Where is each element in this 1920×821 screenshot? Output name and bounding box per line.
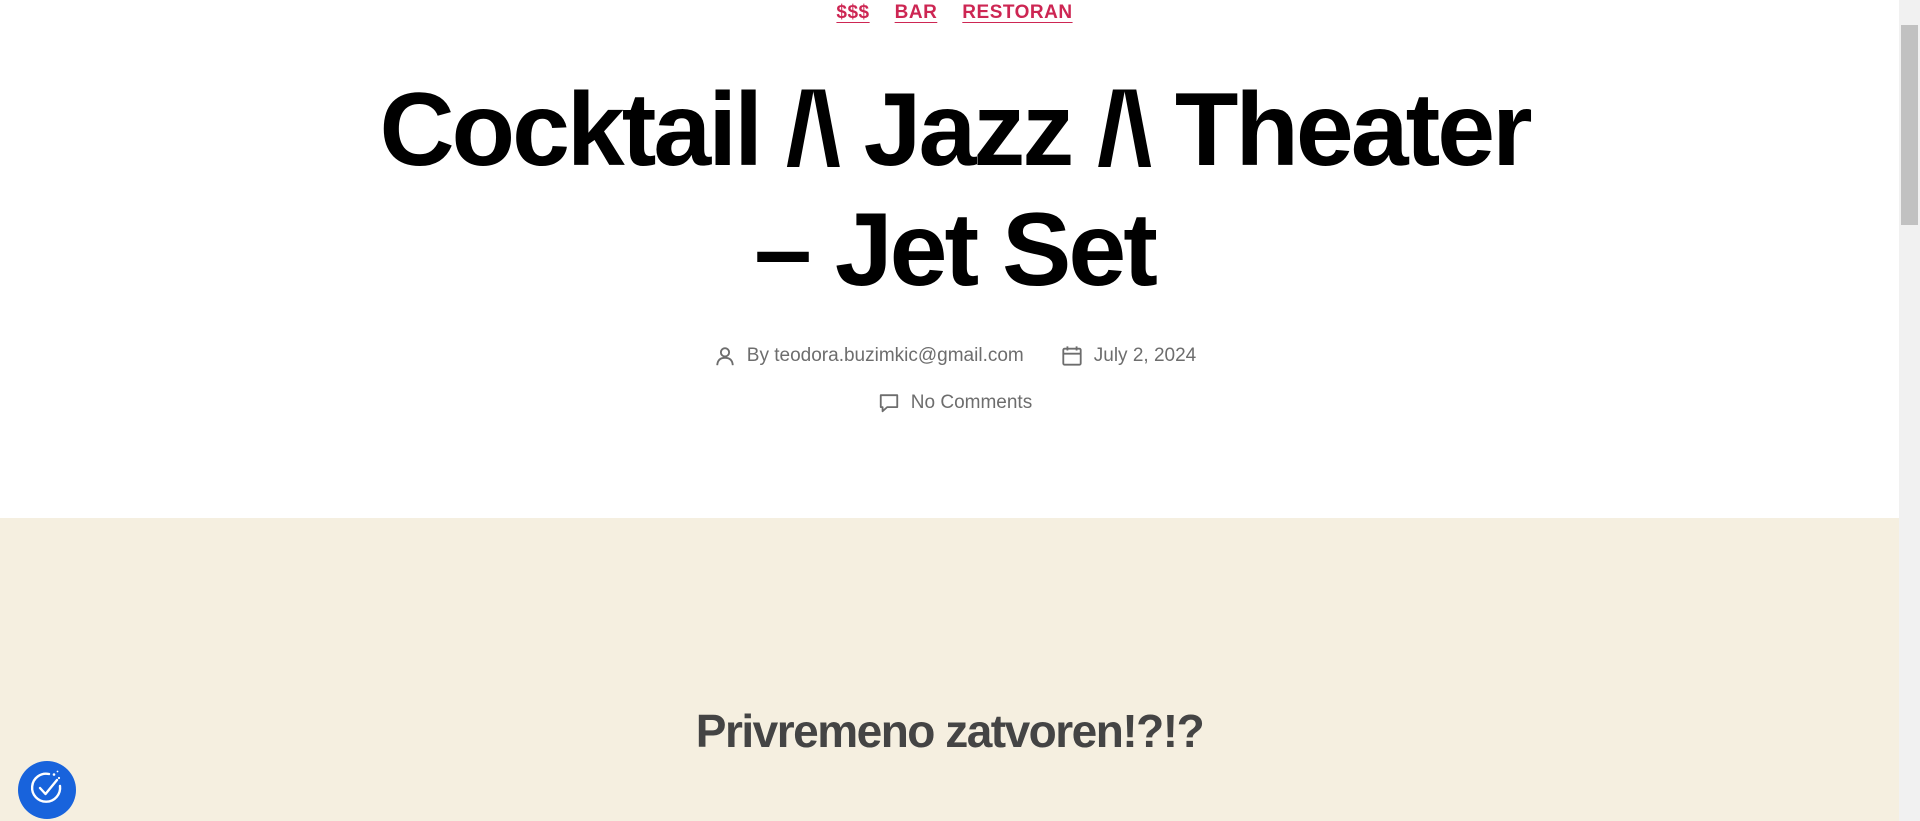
calendar-icon [1060,344,1084,368]
category-link-bar[interactable]: BAR [895,2,938,24]
cover-heading: Privremeno zatvoren!?!? [695,705,1205,757]
cookie-consent-icon [27,768,67,813]
post-comments: No Comments [877,391,1032,415]
page: $$$ BAR RESTORAN Cocktail /\ Jazz /\ The… [0,0,1920,821]
post-date-link[interactable]: July 2, 2024 [1094,345,1196,367]
vertical-scrollbar[interactable] [1899,0,1920,821]
post-meta-comments: No Comments [0,391,1899,415]
cookie-consent-button[interactable] [18,761,76,819]
category-link-restoran[interactable]: RESTORAN [962,2,1072,24]
post-author: By teodora.buzimkic@gmail.com [713,344,1024,368]
content: $$$ BAR RESTORAN Cocktail /\ Jazz /\ The… [0,0,1899,821]
post-title-line-1: Cocktail /\ Jazz /\ Theater [379,72,1532,188]
cover-block: Privremeno zatvoren!?!? [0,518,1899,821]
scrollbar-thumb[interactable] [1901,25,1918,225]
comments-link[interactable]: No Comments [911,392,1032,414]
author-prefix: By [746,345,769,366]
entry-header: $$$ BAR RESTORAN Cocktail /\ Jazz /\ The… [0,0,1899,518]
author-link[interactable]: teodora.buzimkic@gmail.com [774,345,1024,366]
post-meta: By teodora.buzimkic@gmail.com July 2, 20… [0,344,1899,368]
category-link-money[interactable]: $$$ [836,2,869,24]
post-categories: $$$ BAR RESTORAN [0,2,1899,24]
person-icon [713,344,737,368]
post-title: Cocktail /\ Jazz /\ Theater – Jet Set [0,70,1899,310]
post-date: July 2, 2024 [1060,344,1196,368]
comment-icon [877,391,901,415]
post-title-line-2: – Jet Set [754,192,1158,308]
